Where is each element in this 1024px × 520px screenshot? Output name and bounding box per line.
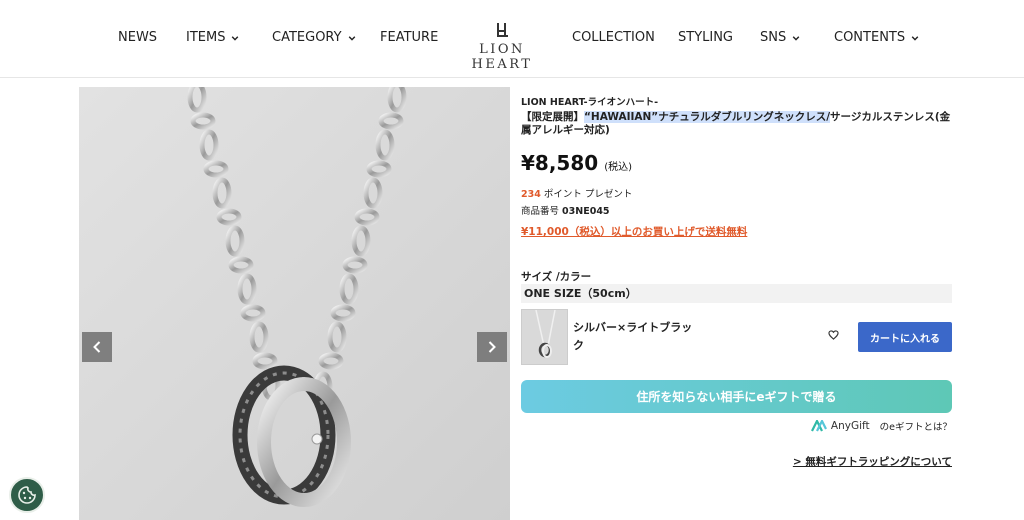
site-logo[interactable]: LION HEART [446,22,558,72]
gallery-next-button[interactable] [477,332,507,362]
sku-value: 03NE045 [562,206,610,217]
gift-wrapping-link[interactable]: > 無料ギフトラッピングについて [793,454,952,469]
cookie-settings-button[interactable] [9,477,45,513]
lion-heart-logo-icon [497,23,508,37]
nav-label: SNS [760,30,787,45]
variant-thumbnail-image [535,310,556,358]
product-photo [79,87,510,520]
anygift-brand: AnyGift [830,420,870,432]
price-value: ¥8,580 [521,151,599,175]
chevron-down-icon [911,35,919,41]
nav-sns[interactable]: SNS [760,30,800,45]
nav-category[interactable]: CATEGORY [272,30,356,45]
nav-label: CATEGORY [272,30,342,45]
add-to-cart-button[interactable]: カートに入れる [858,322,952,352]
egift-button[interactable]: 住所を知らない相手にeギフトで贈る [521,380,952,413]
points-label: ポイント プレゼント [543,189,633,200]
anygift-info-link[interactable]: AnyGift のeギフトとは？ [810,419,952,433]
heart-icon[interactable] [828,330,839,340]
variant-row: シルバー×ライトブラック カートに入れる [521,309,952,366]
size-color-label: サイズ /カラー [521,271,592,283]
chevron-left-icon [93,341,101,353]
free-shipping-note[interactable]: ¥11,000（税込）以上のお買い上げで送料無料 [521,224,747,239]
site-header: NEWS ITEMS CATEGORY FEATURE LION HEART C… [0,0,1024,78]
nav-label: ITEMS [186,30,226,45]
cookie-icon [18,486,36,504]
anygift-question: のeギフトとは？ [879,422,952,433]
product-price: ¥8,580 (税込) [521,151,632,175]
nav-label: FEATURE [380,30,439,45]
nav-styling[interactable]: STYLING [678,30,733,45]
sku-label: 商品番号 [521,206,560,217]
nav-collection[interactable]: COLLECTION [572,30,655,45]
tax-note: (税込) [604,162,632,173]
variant-thumbnail[interactable] [521,309,568,365]
points-value: 234 [521,189,541,200]
nav-contents[interactable]: CONTENTS [834,30,919,45]
nav-label: CONTENTS [834,30,906,45]
nav-label: NEWS [118,30,158,45]
title-prefix: 【限定展開】 [521,111,584,123]
chevron-right-icon [488,341,496,353]
logo-text: LION HEART [471,42,533,72]
nav-label: STYLING [678,30,734,45]
nav-news[interactable]: NEWS [118,30,157,45]
anygift-logo-icon [810,420,827,432]
nav-items[interactable]: ITEMS [186,30,239,45]
product-title: 【限定展開】“HAWAIIAN”ナチュラルダブルリングネックレス/サージカルステ… [521,111,952,137]
product-brand[interactable]: LION HEART-ライオンハート- [521,94,658,108]
gallery-prev-button[interactable] [82,332,112,362]
chevron-down-icon [232,35,239,41]
title-highlight: “HAWAIIAN”ナチュラルダブルリングネックレス/ [584,111,831,123]
product-sku: 商品番号 03NE045 [521,203,610,217]
nav-feature[interactable]: FEATURE [380,30,438,45]
chevron-down-icon [792,35,800,41]
nav-label: COLLECTION [572,30,655,45]
size-option[interactable]: ONE SIZE（50cm） [521,284,952,303]
points-info: 234 ポイント プレゼント [521,186,632,200]
chevron-down-icon [348,35,355,41]
product-image-gallery[interactable] [79,87,510,520]
variant-name: シルバー×ライトブラック [573,321,693,352]
